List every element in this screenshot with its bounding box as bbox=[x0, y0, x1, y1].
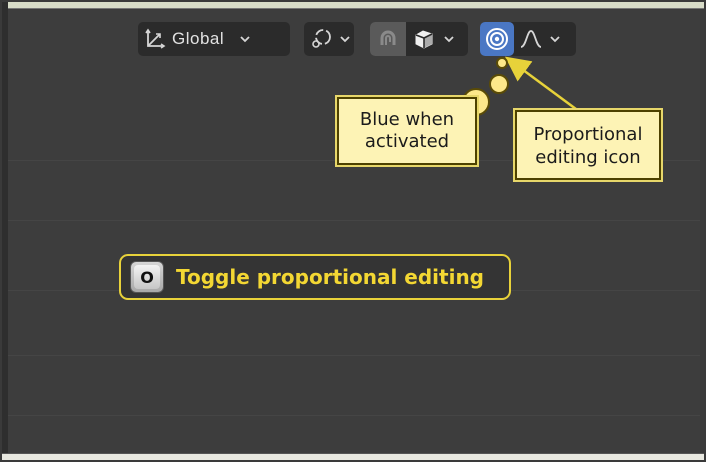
shortcut-label: Toggle proportional editing bbox=[176, 265, 484, 289]
chevron-down-icon bbox=[548, 22, 562, 56]
orientation-axes-icon bbox=[138, 22, 172, 56]
falloff-curve-icon bbox=[520, 30, 542, 48]
proportional-editing-button[interactable] bbox=[480, 22, 514, 56]
snap-toggle-button[interactable] bbox=[370, 22, 406, 56]
top-border-strip bbox=[2, 2, 704, 9]
bubble-dot-medium bbox=[489, 74, 509, 94]
transform-orientation-dropdown[interactable]: Global bbox=[138, 22, 290, 56]
key-label: O bbox=[134, 265, 160, 289]
chevron-down-icon bbox=[338, 22, 352, 56]
bubble-dot-small bbox=[496, 57, 508, 69]
snap-cube-icon bbox=[415, 30, 433, 49]
snap-target-button[interactable] bbox=[406, 22, 442, 56]
callout-text: Blue when activated bbox=[359, 109, 455, 152]
chevron-down-icon bbox=[442, 22, 456, 56]
snapping-group bbox=[370, 22, 468, 56]
screenshot-frame bbox=[0, 0, 706, 462]
callout-text: Proportional editing icon bbox=[533, 124, 643, 168]
snap-magnet-icon bbox=[380, 30, 396, 45]
bottom-border-strip bbox=[2, 453, 704, 460]
3d-viewport[interactable] bbox=[8, 10, 700, 456]
callout-proportional-editing-icon: Proportional editing icon bbox=[515, 110, 661, 180]
proportional-editing-icon bbox=[486, 28, 508, 50]
transform-orientation-value: Global bbox=[172, 29, 225, 48]
callout-blue-when-activated: Blue when activated bbox=[337, 97, 477, 165]
keyboard-key: O bbox=[130, 261, 164, 293]
left-border-strip bbox=[2, 2, 8, 460]
grid-line bbox=[8, 415, 700, 416]
pivot-point-dropdown[interactable] bbox=[304, 22, 354, 56]
grid-line bbox=[8, 220, 700, 221]
grid-line bbox=[8, 355, 700, 356]
proportional-falloff-dropdown[interactable] bbox=[514, 22, 548, 56]
chevron-down-icon bbox=[238, 22, 252, 56]
proportional-editing-group bbox=[480, 22, 576, 56]
pivot-link-icon bbox=[304, 22, 338, 56]
shortcut-banner: O Toggle proportional editing bbox=[119, 254, 511, 300]
